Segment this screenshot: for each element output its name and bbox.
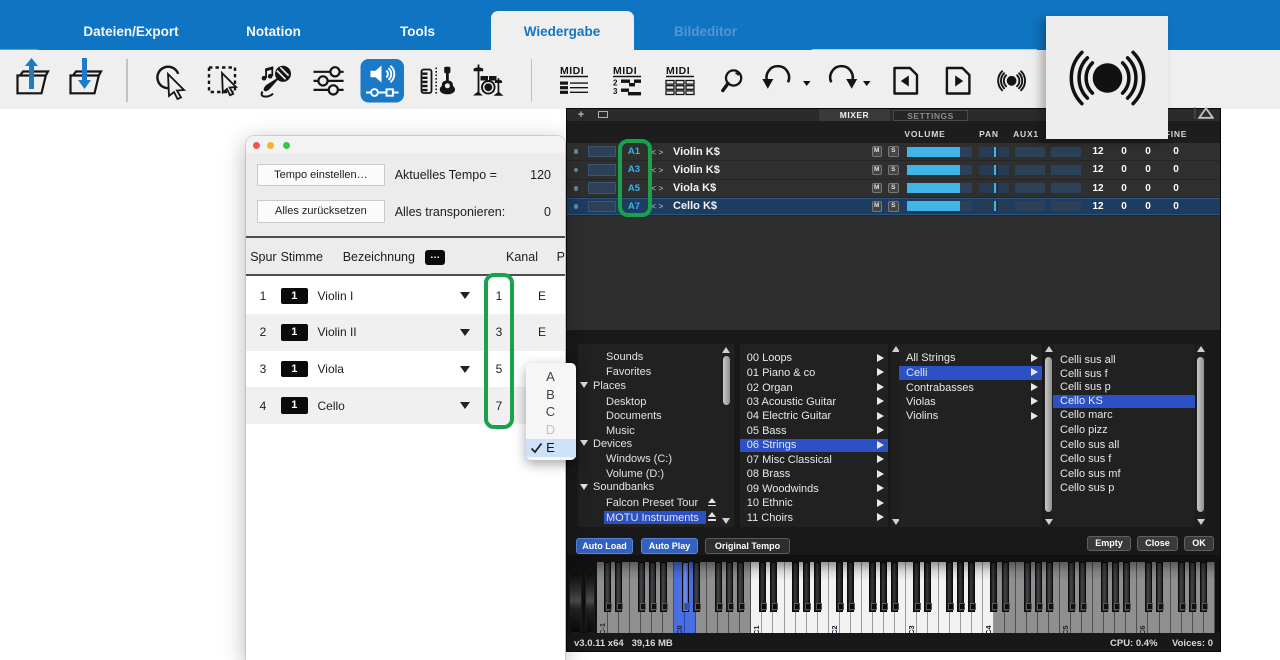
svg-text:MIDI: MIDI <box>613 65 637 77</box>
svg-text:MIDI: MIDI <box>666 65 690 77</box>
svg-text:MIDI: MIDI <box>560 65 584 77</box>
svg-text:3: 3 <box>613 87 618 96</box>
